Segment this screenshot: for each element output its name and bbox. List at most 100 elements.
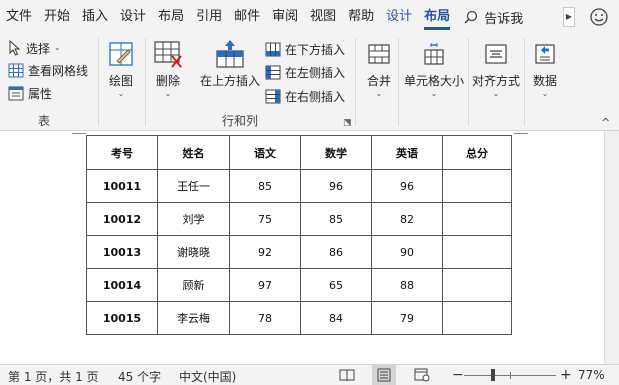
delete-button[interactable]: 删除 ⌄ [150, 38, 186, 99]
cursor-arrow-icon [9, 40, 21, 56]
zoom-in-button[interactable]: + [560, 367, 572, 383]
print-layout-button[interactable] [372, 365, 396, 385]
word-count[interactable]: 45 个字 [118, 368, 161, 385]
table-cell[interactable] [442, 268, 512, 302]
zoom-out-button[interactable]: − [452, 367, 464, 383]
table-cell[interactable]: 82 [371, 202, 443, 236]
table-header-cell[interactable]: 考号 [86, 135, 158, 170]
chevron-down-icon: ⌄ [164, 89, 172, 98]
table-cell[interactable] [442, 202, 512, 236]
table-cell[interactable]: 李云梅 [157, 301, 230, 335]
table-cell[interactable]: 刘学 [157, 202, 230, 236]
menu-bar: 文件 开始 插入 设计 布局 引用 邮件 审阅 视图 帮助 设计 布局 告诉我 [0, 0, 619, 34]
language-indicator[interactable]: 中文(中国) [179, 368, 236, 385]
cell-size-button[interactable]: 单元格大小 ⌄ [402, 38, 466, 99]
table-row: 10013 谢晓晓 92 86 90 [86, 235, 512, 269]
table-cell[interactable]: 10014 [86, 268, 158, 302]
table-cell[interactable]: 84 [300, 301, 372, 335]
draw-button[interactable]: 绘图 ⌄ [104, 38, 138, 99]
select-label: 选择 [26, 41, 51, 56]
tab-review[interactable]: 审阅 [266, 0, 304, 34]
delete-label: 删除 [155, 74, 180, 88]
tab-references[interactable]: 引用 [190, 0, 228, 34]
table-cell[interactable]: 86 [300, 235, 372, 269]
insert-above-label: 在上方插入 [199, 74, 260, 88]
score-table[interactable]: 考号 姓名 语文 数学 英语 总分 10011 王任一 85 96 96 100… [86, 135, 512, 335]
view-gridlines-label: 查看网格线 [28, 63, 89, 78]
table-cell[interactable] [442, 169, 512, 203]
tab-design[interactable]: 设计 [114, 0, 152, 34]
data-label: 数据 [532, 74, 557, 88]
feedback-smiley-icon[interactable] [589, 7, 609, 27]
page-count[interactable]: 第 1 页，共 1 页 [8, 368, 99, 385]
web-layout-icon[interactable] [414, 368, 430, 382]
table-cell[interactable]: 王任一 [157, 169, 230, 203]
tab-mailings[interactable]: 邮件 [228, 0, 266, 34]
table-cell[interactable]: 10012 [86, 202, 158, 236]
alignment-button[interactable]: 对齐方式 ⌄ [470, 38, 522, 99]
tell-me-label: 告诉我 [484, 11, 524, 27]
search-icon [464, 10, 478, 24]
tab-help[interactable]: 帮助 [342, 0, 380, 34]
group-label-rows-columns: 行和列 [222, 114, 259, 128]
tab-table-design[interactable]: 设计 [380, 0, 418, 34]
table-cell[interactable]: 65 [300, 268, 372, 302]
table-header-cell[interactable]: 数学 [300, 135, 372, 170]
table-cell[interactable]: 96 [371, 169, 443, 203]
tab-home[interactable]: 开始 [38, 0, 76, 34]
ribbon-tabs-scroll-button[interactable]: ▶ [563, 7, 575, 27]
table-header-cell[interactable]: 总分 [442, 135, 512, 170]
tab-insert[interactable]: 插入 [76, 0, 114, 34]
table-cell[interactable]: 92 [229, 235, 301, 269]
zoom-level[interactable]: 77% [578, 368, 605, 382]
document-area: 考号 姓名 语文 数学 英语 总分 10011 王任一 85 96 96 100… [0, 131, 619, 364]
tab-view[interactable]: 视图 [304, 0, 342, 34]
tab-table-layout[interactable]: 布局 [418, 0, 456, 34]
table-cell[interactable]: 75 [229, 202, 301, 236]
table-cell[interactable]: 10011 [86, 169, 158, 203]
table-cell[interactable]: 85 [300, 202, 372, 236]
select-button[interactable]: 选择 ⌄ [8, 38, 61, 58]
table-cell[interactable]: 79 [371, 301, 443, 335]
tab-layout[interactable]: 布局 [152, 0, 190, 34]
chevron-down-icon: ⌄ [54, 43, 61, 52]
tab-file[interactable]: 文件 [0, 0, 38, 34]
collapse-ribbon-icon[interactable]: ^ [601, 116, 610, 129]
insert-above-button[interactable]: 在上方插入 [198, 38, 262, 89]
table-cell[interactable] [442, 301, 512, 335]
table-cell[interactable]: 90 [371, 235, 443, 269]
properties-icon [8, 86, 24, 100]
table-cell[interactable]: 96 [300, 169, 372, 203]
view-gridlines-button[interactable]: 查看网格线 [8, 60, 88, 80]
insert-below-label: 在下方插入 [285, 42, 346, 57]
table-cell[interactable]: 谢晓晓 [157, 235, 230, 269]
data-button[interactable]: 数据 ⌄ [528, 38, 562, 99]
document-page[interactable]: 考号 姓名 语文 数学 英语 总分 10011 王任一 85 96 96 100… [0, 131, 604, 364]
table-cell[interactable]: 97 [229, 268, 301, 302]
vertical-scrollbar[interactable] [604, 131, 619, 364]
table-cell[interactable]: 88 [371, 268, 443, 302]
dialog-launcher-icon[interactable]: ⬔ [343, 118, 352, 128]
table-cell[interactable]: 10015 [86, 301, 158, 335]
read-mode-icon[interactable] [339, 368, 355, 382]
group-separator [524, 38, 525, 126]
tell-me-search[interactable]: 告诉我 [464, 8, 523, 27]
group-separator [398, 38, 399, 126]
group-label-table: 表 [38, 114, 51, 128]
table-cell[interactable]: 85 [229, 169, 301, 203]
insert-left-button[interactable]: 在左侧插入 [265, 62, 345, 82]
table-cell[interactable]: 10013 [86, 235, 158, 269]
table-header-cell[interactable]: 姓名 [157, 135, 230, 170]
zoom-slider-thumb[interactable] [491, 369, 495, 381]
status-bar: 第 1 页，共 1 页 45 个字 中文(中国) − + 77% [0, 364, 619, 385]
table-header-cell[interactable]: 英语 [371, 135, 443, 170]
zoom-slider-center-mark [510, 372, 511, 379]
merge-button[interactable]: 合并 ⌄ [362, 38, 396, 99]
table-cell[interactable] [442, 235, 512, 269]
table-header-cell[interactable]: 语文 [229, 135, 301, 170]
insert-below-button[interactable]: 在下方插入 [265, 39, 345, 59]
properties-button[interactable]: 属性 [8, 83, 52, 103]
table-cell[interactable]: 顾新 [157, 268, 230, 302]
insert-right-button[interactable]: 在右侧插入 [265, 86, 345, 106]
table-cell[interactable]: 78 [229, 301, 301, 335]
